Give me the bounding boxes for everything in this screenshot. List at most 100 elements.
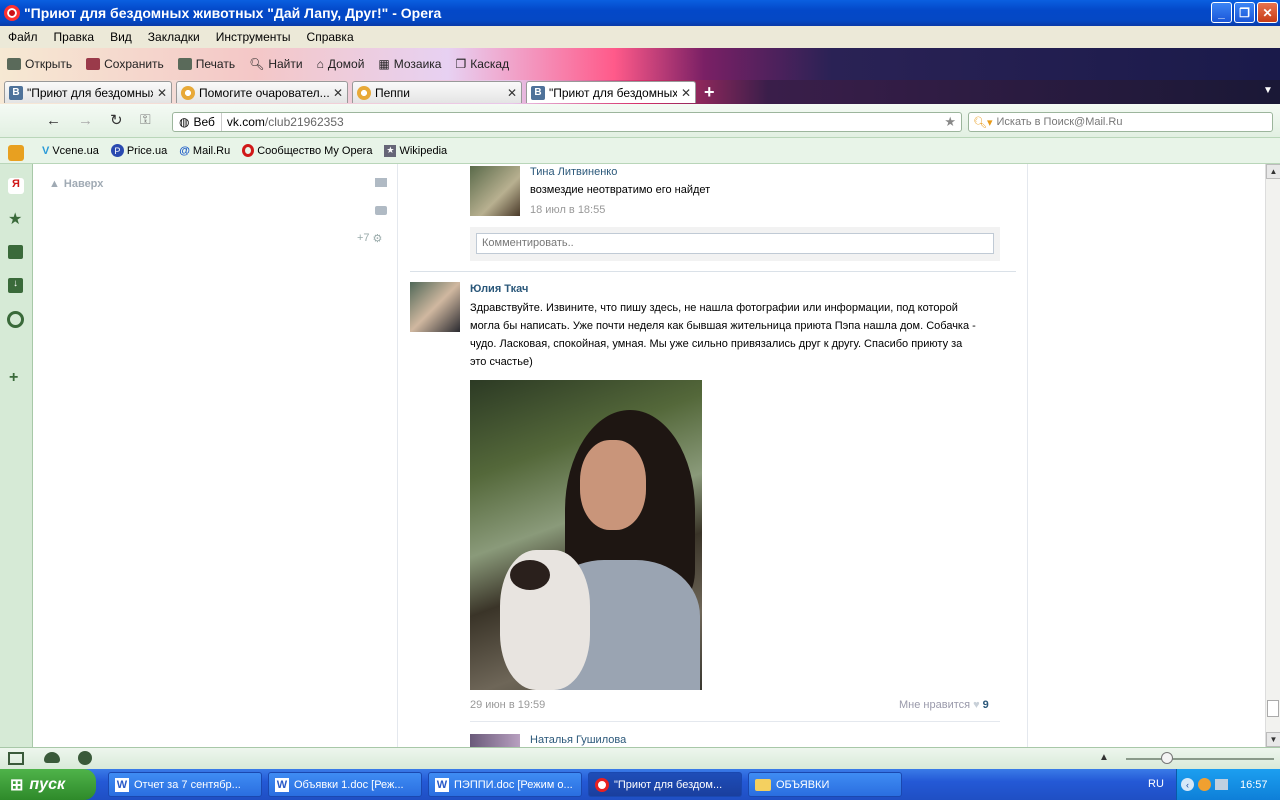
cascade-icon: ❐ [455,57,467,71]
reload-icon[interactable]: ↻ [110,111,123,129]
restore-button[interactable]: ❐ [1234,2,1255,23]
taskbar-item-word-2[interactable]: W Объявки 1.doc [Реж... [268,772,422,797]
bookmark-wikipedia[interactable]: ★ Wikipedia [384,144,447,157]
avatar[interactable] [470,166,520,216]
start-button[interactable]: ⊞ пуск [0,769,96,800]
tab-4[interactable]: В "Приют для бездомных... ✕ [526,81,696,103]
messages-icon[interactable] [375,178,387,187]
network-icon[interactable] [1215,779,1228,790]
comment-author[interactable]: Наталья Гушилова [530,734,626,746]
arrow-up-icon: ▲ [49,178,60,190]
tab-close-icon[interactable]: ✕ [333,86,343,100]
notes-panel-icon[interactable] [8,245,23,259]
key-icon[interactable]: ⚿ [140,111,151,128]
main-toolbar: Открыть Сохранить Печать 🔍︎ Найти ⌂ Домой … [0,48,1280,80]
system-tray: ‹ 16:57 [1176,769,1280,800]
menu-bar: Файл Правка Вид Закладки Инструменты Спр… [0,26,1280,48]
back-to-top-link[interactable]: ▲ Наверх [49,178,103,190]
search-field[interactable]: 🔍︎▾ Искать в Поиск@Mail.Ru [968,112,1273,132]
zoom-slider-track[interactable] [1126,758,1274,760]
home-button[interactable]: ⌂ Домой [310,57,372,71]
post-date[interactable]: 29 июн в 19:59 [470,699,545,711]
tray-expand-icon[interactable]: ‹ [1181,778,1194,791]
language-indicator[interactable]: RU [1148,778,1164,790]
printer-icon [177,58,192,70]
star-icon[interactable]: ★ [944,114,961,130]
taskbar-item-word-3[interactable]: W ПЭППИ.doc [Режим о... [428,772,582,797]
print-button[interactable]: Печать [171,57,242,71]
downloads-panel-icon[interactable]: ↓ [8,278,23,293]
history-panel-icon[interactable] [7,311,24,328]
post-separator [410,271,1016,272]
notifications-counter[interactable]: +7 ⚙ [357,232,382,245]
scroll-up-icon[interactable]: ▲ [1266,164,1280,179]
comment-date[interactable]: 18 июл в 18:55 [530,204,605,216]
yandex-panel-icon[interactable]: Я [8,178,24,194]
search-input[interactable]: Искать в Поиск@Mail.Ru [997,116,1123,128]
scroll-down-icon[interactable]: ▼ [1266,732,1280,747]
tab-close-icon[interactable]: ✕ [681,86,691,100]
search-engine-icon[interactable]: 🔍︎▾ [969,116,997,129]
bookmark-myopera[interactable]: Сообщество My Opera [242,144,372,157]
menu-bookmarks[interactable]: Закладки [140,30,208,44]
minimize-button[interactable]: _ [1211,2,1232,23]
bookmark-vcene[interactable]: V Vcene.ua [42,145,99,157]
close-button[interactable]: ✕ [1257,2,1278,23]
menu-edit[interactable]: Правка [46,30,103,44]
cascade-label: Каскад [470,57,510,71]
tray-app-icon[interactable] [1198,778,1211,791]
column-divider-left [397,164,398,747]
tab-2[interactable]: Помогите очаровател... ✕ [176,81,348,103]
vk-icon: В [9,85,23,100]
comments-icon[interactable] [375,206,387,215]
address-field[interactable]: ◍ Веб vk.com/club21962353 ★ [172,112,962,132]
cascade-button[interactable]: ❐ Каскад [448,57,516,71]
window-titlebar: "Приют для бездомных животных "Дай Лапу,… [0,0,1280,26]
tab-1[interactable]: В "Приют для бездомных... ✕ [4,81,172,103]
bookmarks-panel-icon[interactable]: ★ [8,209,22,229]
back-icon[interactable]: ← [46,112,61,129]
post-author[interactable]: Юлия Ткач [470,283,528,295]
save-icon [86,58,101,70]
counter-value: +7 [357,232,370,244]
menu-tools[interactable]: Инструменты [208,30,299,44]
comment-input[interactable]: Комментировать.. [476,233,994,254]
turbo-icon[interactable] [78,751,92,765]
like-button[interactable]: Мне нравится ♥ 9 [899,699,989,711]
tab-3[interactable]: Пеппи ✕ [352,81,522,103]
save-button[interactable]: Сохранить [79,57,171,71]
add-panel-icon[interactable]: + [9,369,18,387]
panel-toggle-icon[interactable] [8,752,24,765]
word-icon: W [115,777,129,792]
avatar[interactable] [410,282,460,332]
tile-button[interactable]: ▦ Мозаика [371,57,448,71]
unite-icon[interactable] [44,752,60,763]
menu-view[interactable]: Вид [102,30,140,44]
vertical-scrollbar[interactable]: ▲ ▼ [1265,164,1280,747]
post-photo[interactable] [470,380,702,690]
clock[interactable]: 16:57 [1240,779,1268,791]
tab-close-icon[interactable]: ✕ [157,86,167,100]
scroll-thumb[interactable] [1267,700,1279,717]
taskbar-item-opera[interactable]: "Приют для бездом... [588,772,742,797]
forward-icon[interactable]: → [78,112,93,129]
tile-icon: ▦ [378,57,390,71]
taskbar-item-word-1[interactable]: W Отчет за 7 сентябр... [108,772,262,797]
bookmark-price[interactable]: P Price.ua [110,144,167,157]
tab-label: "Приют для бездомных... [549,85,677,100]
open-button[interactable]: Открыть [0,57,79,71]
bookmark-mailru[interactable]: @ Mail.Ru [179,145,230,157]
comment-author[interactable]: Тина Литвиненко [530,166,617,178]
tab-list-icon[interactable]: ▼ [1263,85,1273,96]
find-button[interactable]: 🔍︎ Найти [242,57,309,71]
new-tab-button[interactable]: + [704,82,715,103]
menu-help[interactable]: Справка [299,30,362,44]
avatar[interactable] [470,734,520,747]
tab-close-icon[interactable]: ✕ [507,86,517,100]
zoom-slider-handle[interactable] [1161,752,1173,764]
mail-panel-icon[interactable] [8,145,24,161]
menu-file[interactable]: Файл [0,30,46,44]
zoom-menu-icon[interactable]: ▲ [1099,752,1109,763]
post-text-line-3: чудо. Ласковая, спокойная, умная. Мы уже… [470,338,963,350]
taskbar-item-folder[interactable]: ОБЪЯВКИ [748,772,902,797]
